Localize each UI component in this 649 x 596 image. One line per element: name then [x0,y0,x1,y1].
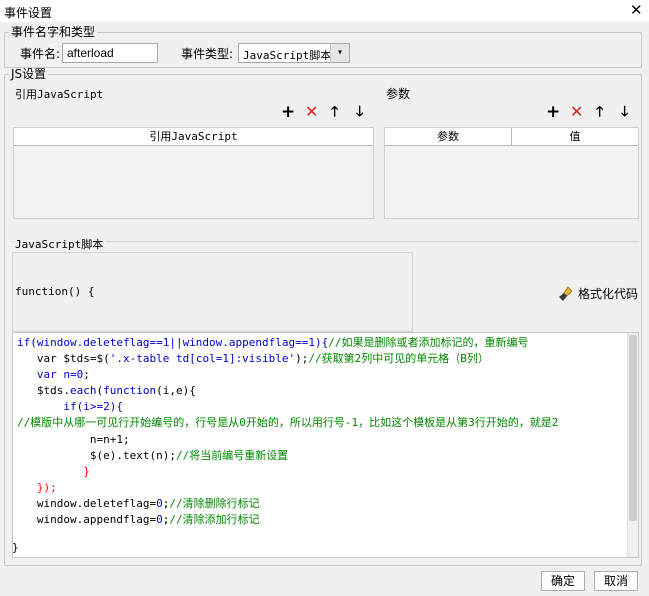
broom-icon [559,285,573,301]
editor-scrollbar-thumb[interactable] [629,335,637,521]
code-editor[interactable]: if(window.deleteflag==1||window.appendfl… [12,332,639,558]
event-type-label: 事件类型: [181,47,234,61]
move-down-param-icon[interactable]: 🡓 [621,103,628,121]
close-icon[interactable]: ✕ [630,2,643,18]
move-up-ref-icon[interactable]: 🡑 [331,103,338,121]
format-code-label: 格式化代码 [578,287,639,301]
delete-param-icon[interactable]: ✕ [570,103,583,121]
event-type-select[interactable]: JavaScript脚本 ▾ [238,43,350,63]
move-down-ref-icon[interactable]: 🡓 [356,103,363,121]
params-table[interactable]: 参数 值 [384,127,639,219]
format-code-button[interactable]: 格式化代码 [558,285,638,302]
param-column-header[interactable]: 参数 [385,128,512,146]
add-param-icon[interactable]: + [546,103,560,121]
title-bar [0,0,649,22]
cancel-button[interactable]: 取消 [594,571,638,591]
event-group-legend: 事件名字和类型 [11,25,96,39]
delete-ref-icon[interactable]: ✕ [305,103,318,121]
window-title: 事件设置 [4,6,53,20]
ref-js-section-label: 引用JavaScript [15,88,104,101]
add-ref-icon[interactable]: + [281,103,295,121]
js-group-legend: JS设置 [11,67,47,81]
chevron-down-icon: ▾ [330,44,349,62]
editor-scrollbar[interactable] [627,333,638,557]
ok-button[interactable]: 确定 [541,571,585,591]
event-name-input[interactable]: afterload [62,43,158,63]
closing-brace: } [12,541,19,554]
ref-js-column-header[interactable]: 引用JavaScript [14,128,373,146]
script-section-label: JavaScript脚本 [15,236,107,252]
ref-js-table[interactable]: 引用JavaScript [13,127,374,219]
event-name-label: 事件名: [20,47,61,61]
event-type-value: JavaScript脚本 [243,49,332,62]
params-section-label: 参数 [386,87,411,101]
function-header: function() { [15,285,95,298]
value-column-header[interactable]: 值 [512,128,638,146]
code-text[interactable]: if(window.deleteflag==1||window.appendfl… [17,335,625,528]
move-up-param-icon[interactable]: 🡑 [596,103,603,121]
